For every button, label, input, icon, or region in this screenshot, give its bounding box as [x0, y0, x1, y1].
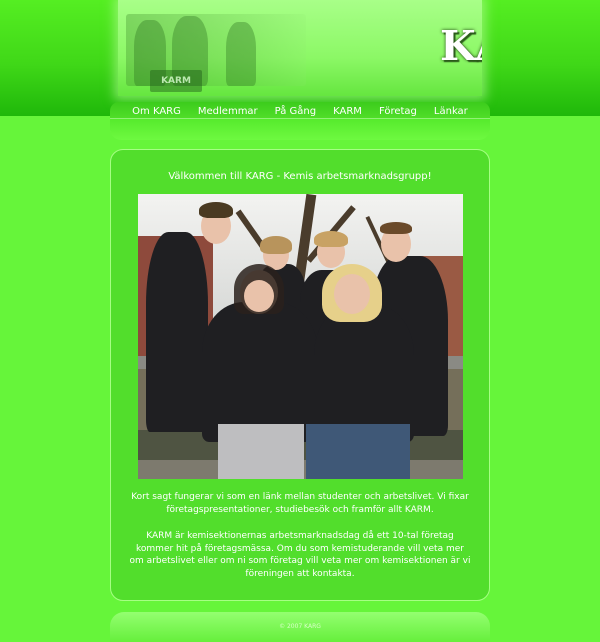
nav-item-medlemmar[interactable]: Medlemmar [198, 106, 258, 117]
intro-paragraph-line: Kort sagt fungerar vi som en länk mellan… [131, 492, 469, 502]
nav-item-karm[interactable]: KARM [333, 106, 362, 117]
nav-item-foretag[interactable]: Företag [379, 106, 417, 117]
content-panel: Välkommen till KARG - Kemis arbetsmarkna… [110, 149, 490, 601]
karm-paragraph-line: om arbetslivet eller om ni som företag v… [129, 556, 471, 566]
karm-paragraph-line: föreningen att kontakta. [245, 569, 355, 579]
karm-paragraph-line: kommer hit på företagsmässa. Om du som k… [136, 544, 464, 554]
group-photo [138, 194, 463, 479]
banner-sign: KARM [150, 70, 202, 92]
site-logo[interactable]: KARG [440, 22, 482, 70]
intro-paragraph-line: företagspresentationer, studiebesök och … [166, 505, 434, 515]
karm-paragraph-line: KARM är kemisektionernas arbetsmarknadsd… [146, 531, 454, 541]
nav-item-pa-gang[interactable]: På Gång [275, 106, 316, 117]
nav-ribbon [110, 118, 490, 140]
nav-item-om-karg[interactable]: Om KARG [132, 106, 181, 117]
copyright-text: © 2007 KARG [279, 623, 321, 630]
nav-item-lankar[interactable]: Länkar [434, 106, 468, 117]
banner-photo: KARM [126, 14, 306, 92]
site-footer: © 2007 KARG [110, 612, 490, 642]
site-banner: KARM KARG [118, 0, 482, 96]
welcome-heading: Välkommen till KARG - Kemis arbetsmarkna… [168, 171, 432, 182]
banner-person-figure [226, 22, 256, 86]
